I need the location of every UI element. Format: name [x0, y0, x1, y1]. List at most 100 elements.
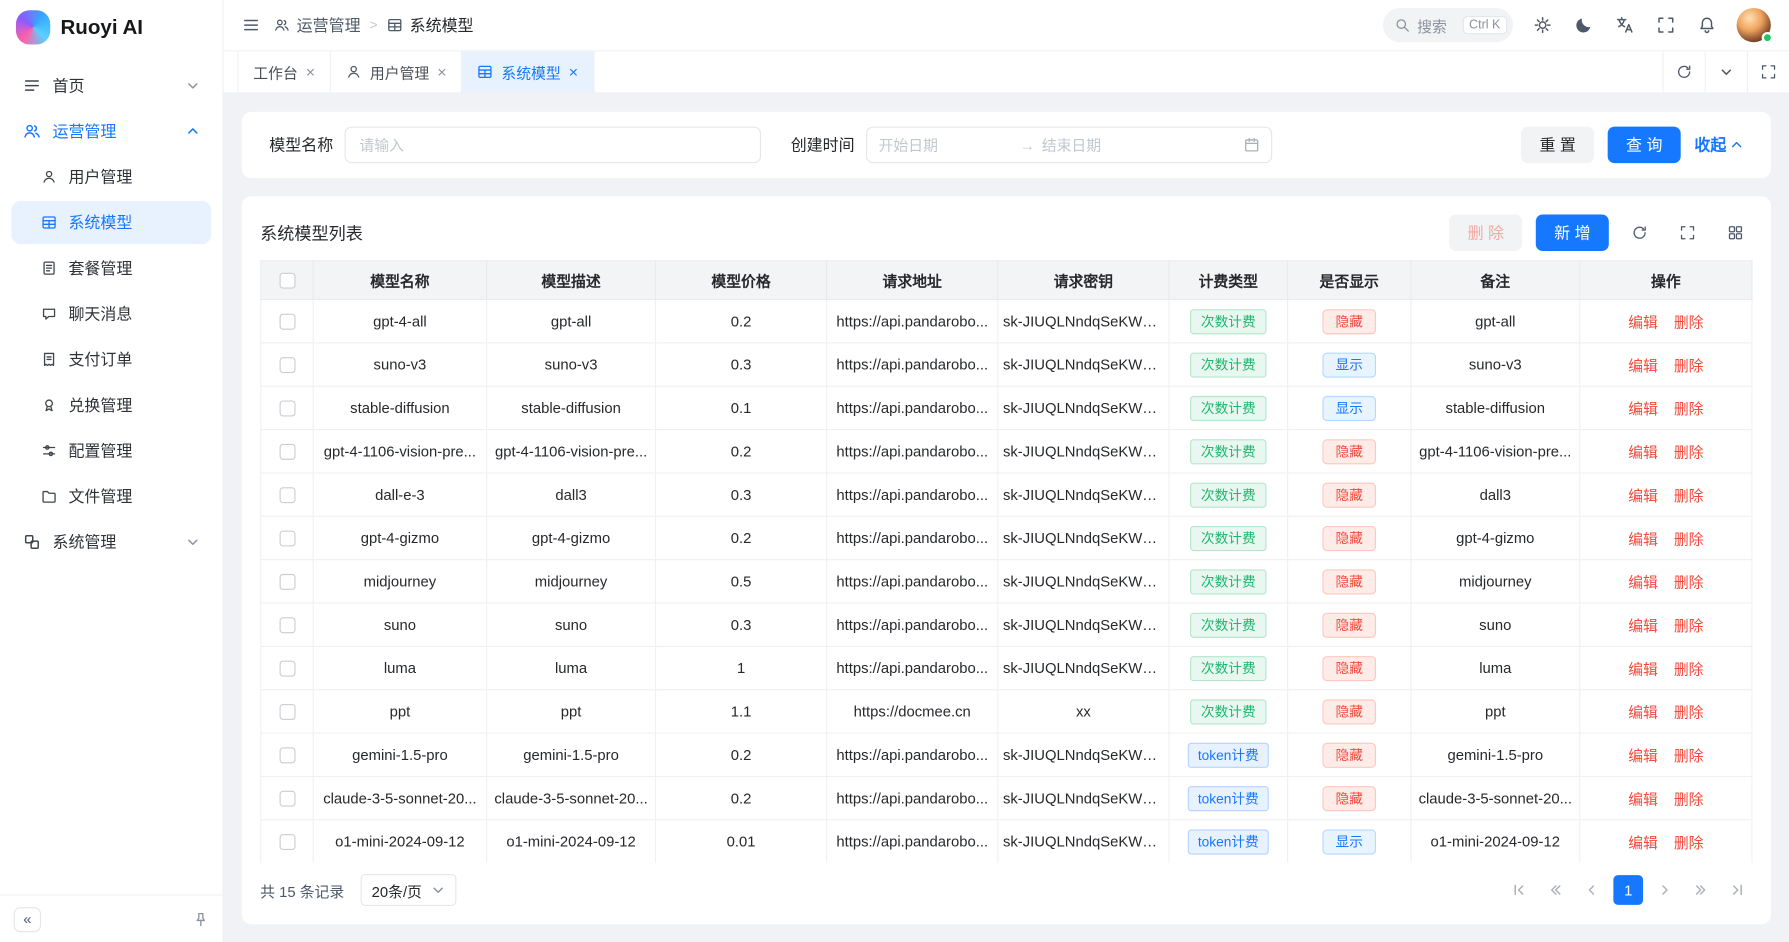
close-tab-icon[interactable]: ×: [569, 64, 578, 80]
prev-page-button[interactable]: [1577, 875, 1607, 905]
model-desc-cell: suno-v3: [487, 343, 656, 386]
delete-link[interactable]: 删除: [1674, 747, 1704, 764]
app-logo[interactable]: Ruoyi AI: [0, 0, 222, 55]
edit-link[interactable]: 编辑: [1628, 444, 1658, 461]
content-fullscreen-icon[interactable]: [1747, 51, 1789, 92]
sidebar-item-home[interactable]: 首页: [11, 64, 211, 107]
row-checkbox[interactable]: [279, 791, 295, 807]
sidebar-item-user-management[interactable]: 用户管理: [11, 155, 211, 198]
delete-link[interactable]: 删除: [1674, 400, 1704, 417]
billing-type-badge: 次数计费: [1191, 699, 1266, 724]
row-checkbox[interactable]: [279, 314, 295, 330]
breadcrumb-system-model[interactable]: 系统模型: [387, 14, 474, 37]
reset-button[interactable]: 重 置: [1521, 127, 1594, 164]
sidebar-item-redeem-management[interactable]: 兑换管理: [11, 383, 211, 426]
prev-fast-button[interactable]: [1540, 875, 1570, 905]
row-checkbox[interactable]: [279, 444, 295, 460]
delete-link[interactable]: 删除: [1674, 574, 1704, 591]
edit-link[interactable]: 编辑: [1628, 487, 1658, 504]
sidebar-item-payment-orders[interactable]: 支付订单: [11, 338, 211, 381]
edit-link[interactable]: 编辑: [1628, 357, 1658, 374]
edit-link[interactable]: 编辑: [1628, 791, 1658, 808]
close-tab-icon[interactable]: ×: [437, 64, 446, 80]
sidebar-item-file-management[interactable]: 文件管理: [11, 475, 211, 518]
row-checkbox[interactable]: [279, 574, 295, 590]
menu-toggle-icon[interactable]: [242, 16, 260, 34]
pin-icon[interactable]: [193, 911, 209, 927]
delete-link[interactable]: 删除: [1674, 834, 1704, 851]
sidebar-item-system-model[interactable]: 系统模型: [11, 201, 211, 244]
start-date-input[interactable]: [879, 136, 1014, 153]
date-range-picker[interactable]: →: [866, 127, 1272, 164]
model-name-cell: suno: [313, 603, 486, 646]
edit-link[interactable]: 编辑: [1628, 747, 1658, 764]
delete-link[interactable]: 删除: [1674, 617, 1704, 634]
delete-link[interactable]: 删除: [1674, 791, 1704, 808]
edit-link[interactable]: 编辑: [1628, 704, 1658, 721]
sidebar-item-label: 首页: [52, 74, 84, 97]
row-checkbox[interactable]: [279, 704, 295, 720]
settings-gear-icon[interactable]: [1524, 7, 1561, 44]
delete-link[interactable]: 删除: [1674, 704, 1704, 721]
first-page-button[interactable]: [1504, 875, 1534, 905]
collapse-sidebar-button[interactable]: «: [14, 907, 41, 932]
delete-link[interactable]: 删除: [1674, 661, 1704, 678]
select-all-checkbox[interactable]: [279, 273, 295, 289]
sidebar-item-operations[interactable]: 运营管理: [11, 110, 211, 153]
row-checkbox[interactable]: [279, 531, 295, 547]
notifications-bell-icon[interactable]: [1689, 7, 1726, 44]
dark-mode-moon-icon[interactable]: [1565, 7, 1602, 44]
collapse-filter-link[interactable]: 收起: [1694, 133, 1743, 156]
delete-link[interactable]: 删除: [1674, 357, 1704, 374]
refresh-table-icon[interactable]: [1623, 216, 1657, 250]
sidebar-item-system[interactable]: 系统管理: [11, 520, 211, 563]
fullscreen-icon[interactable]: [1648, 7, 1685, 44]
add-button[interactable]: 新 增: [1536, 215, 1609, 252]
edit-link[interactable]: 编辑: [1628, 314, 1658, 331]
page-number-1[interactable]: 1: [1613, 875, 1643, 905]
delete-link[interactable]: 删除: [1674, 487, 1704, 504]
column-settings-icon[interactable]: [1718, 216, 1752, 250]
global-search[interactable]: 搜索 Ctrl K: [1383, 8, 1513, 42]
row-checkbox[interactable]: [279, 401, 295, 417]
row-checkbox[interactable]: [279, 618, 295, 634]
delete-link[interactable]: 删除: [1674, 444, 1704, 461]
edit-link[interactable]: 编辑: [1628, 617, 1658, 634]
model-name-input[interactable]: [345, 127, 761, 164]
delete-link[interactable]: 删除: [1674, 314, 1704, 331]
breadcrumb-operations[interactable]: 运营管理: [274, 14, 361, 37]
table-fullscreen-icon[interactable]: [1670, 216, 1704, 250]
row-checkbox[interactable]: [279, 488, 295, 504]
refresh-page-icon[interactable]: [1662, 51, 1704, 92]
delete-link[interactable]: 删除: [1674, 531, 1704, 548]
close-tab-icon[interactable]: ×: [306, 64, 315, 80]
next-fast-button[interactable]: [1686, 875, 1716, 905]
edit-link[interactable]: 编辑: [1628, 531, 1658, 548]
sidebar-item-package-management[interactable]: 套餐管理: [11, 246, 211, 289]
row-checkbox[interactable]: [279, 834, 295, 850]
tab-system-model[interactable]: 系统模型 ×: [463, 51, 594, 92]
edit-link[interactable]: 编辑: [1628, 661, 1658, 678]
next-page-button[interactable]: [1650, 875, 1680, 905]
tab-user-management[interactable]: 用户管理 ×: [331, 51, 462, 92]
row-checkbox[interactable]: [279, 357, 295, 373]
row-checkbox[interactable]: [279, 661, 295, 677]
user-avatar[interactable]: [1737, 8, 1771, 42]
edit-link[interactable]: 编辑: [1628, 400, 1658, 417]
tab-workbench[interactable]: 工作台 ×: [237, 51, 331, 92]
language-translate-icon[interactable]: [1607, 7, 1644, 44]
edit-link[interactable]: 编辑: [1628, 574, 1658, 591]
end-date-input[interactable]: [1042, 136, 1177, 153]
sidebar-item-config-management[interactable]: 配置管理: [11, 429, 211, 472]
query-button[interactable]: 查 询: [1608, 127, 1681, 164]
tab-options-chevron-icon[interactable]: [1705, 51, 1747, 92]
breadcrumb-separator: >: [370, 17, 378, 33]
row-checkbox[interactable]: [279, 748, 295, 764]
last-page-button[interactable]: [1723, 875, 1753, 905]
model-name-cell: luma: [313, 646, 486, 689]
sidebar-item-chat-messages[interactable]: 聊天消息: [11, 292, 211, 335]
page-size-select[interactable]: 20条/页: [360, 874, 456, 906]
remark-cell: suno-v3: [1411, 343, 1580, 386]
edit-link[interactable]: 编辑: [1628, 834, 1658, 851]
delete-button[interactable]: 删 除: [1449, 215, 1522, 252]
